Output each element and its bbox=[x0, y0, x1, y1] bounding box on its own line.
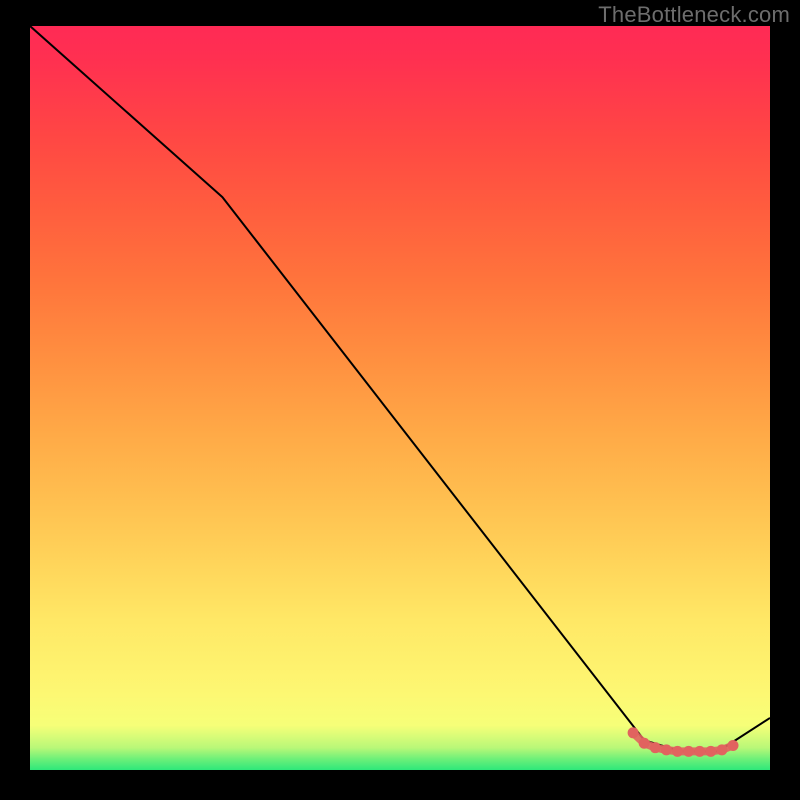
marker-dot bbox=[628, 727, 639, 738]
marker-dot bbox=[639, 738, 650, 749]
marker-dot bbox=[661, 744, 672, 755]
marker-dot bbox=[672, 746, 683, 757]
chart-frame: TheBottleneck.com bbox=[0, 0, 800, 800]
marker-band bbox=[628, 727, 739, 757]
marker-dot bbox=[650, 742, 661, 753]
marker-dot bbox=[683, 746, 694, 757]
watermark-text: TheBottleneck.com bbox=[598, 2, 790, 28]
series-curve bbox=[30, 26, 770, 751]
marker-dot bbox=[694, 746, 705, 757]
plot-area bbox=[30, 26, 770, 770]
marker-dot bbox=[716, 744, 727, 755]
chart-svg bbox=[30, 26, 770, 770]
marker-dot bbox=[705, 746, 716, 757]
marker-dot bbox=[728, 740, 739, 751]
